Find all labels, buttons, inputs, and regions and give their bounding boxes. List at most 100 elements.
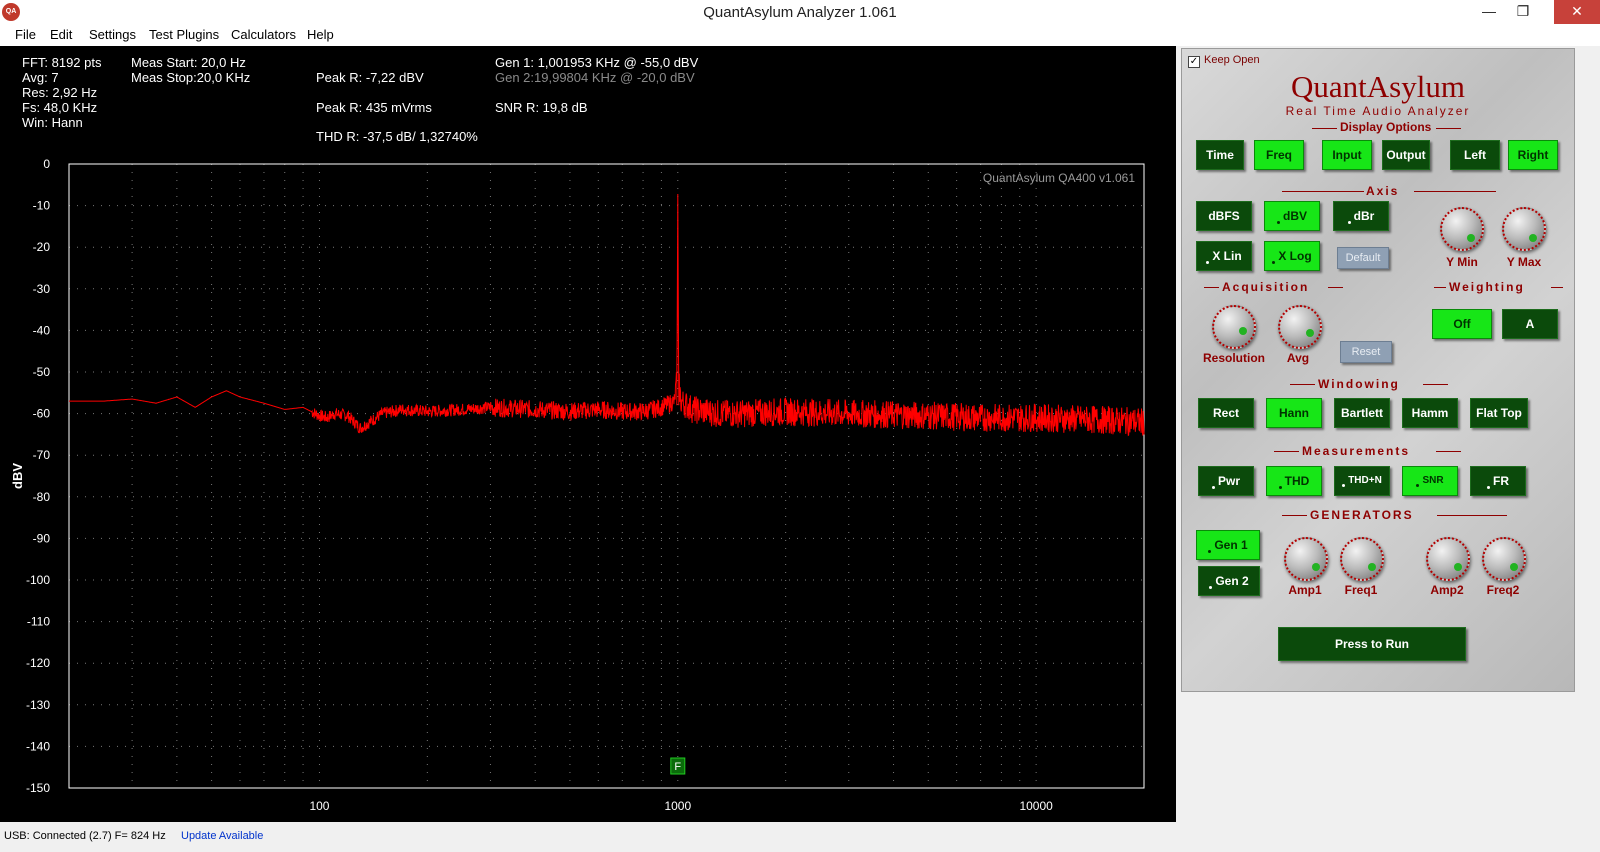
spectrum-chart[interactable]: QuantAsylum QA400 v1.061 dBV 0 -10 -20 -30 -…	[0, 46, 1176, 822]
y-tick-label: -90	[33, 531, 51, 545]
weighting-a-button[interactable]: A	[1502, 309, 1558, 339]
x-log-button[interactable]: X Log	[1264, 241, 1320, 271]
y-min-label: Y Min	[1446, 255, 1478, 269]
section-weighting: Weighting	[1449, 280, 1525, 294]
weighting-off-button[interactable]: Off	[1432, 309, 1492, 339]
y-tick-label: -120	[26, 656, 50, 670]
close-icon: ✕	[1571, 3, 1583, 19]
plot-frame	[68, 163, 1145, 789]
menu-test-plugins[interactable]: Test Plugins	[149, 27, 219, 42]
y-tick-label: 0	[43, 157, 50, 171]
freq2-knob[interactable]	[1482, 537, 1526, 581]
thd-n-button-label: THD+N	[1348, 475, 1382, 486]
status-bar: USB: Connected (2.7) F= 824 Hz Update Av…	[0, 822, 1600, 852]
fr-button-label: FR	[1493, 474, 1509, 488]
avg-knob[interactable]	[1278, 305, 1322, 349]
output-button[interactable]: Output	[1382, 140, 1430, 170]
divider	[1423, 384, 1448, 385]
window-title: QuantAsylum Analyzer 1.061	[703, 4, 897, 21]
gen2-button[interactable]: Gen 2	[1198, 566, 1260, 596]
hann-window-button[interactable]: Hann	[1266, 398, 1322, 428]
restore-icon: ❐	[1516, 3, 1530, 19]
menu-help[interactable]: Help	[307, 27, 334, 42]
x-tick-labels: 100 1000 10000	[309, 799, 1053, 813]
restore-button[interactable]: ❐	[1506, 0, 1540, 24]
x-lin-button[interactable]: X Lin	[1196, 241, 1252, 271]
flat-top-window-button[interactable]: Flat Top	[1470, 398, 1528, 428]
thd-button-label: THD	[1284, 474, 1310, 488]
divider	[1551, 287, 1563, 288]
divider	[1436, 451, 1461, 452]
knob-indicator	[1467, 234, 1475, 242]
amp1-label: Amp1	[1288, 583, 1322, 597]
bartlett-window-button[interactable]: Bartlett	[1334, 398, 1390, 428]
y-max-label: Y Max	[1506, 255, 1542, 269]
y-tick-label: -10	[33, 199, 51, 213]
divider	[1434, 287, 1446, 288]
menu-settings[interactable]: Settings	[89, 27, 136, 42]
y-tick-label: -50	[33, 365, 51, 379]
menu-file[interactable]: File	[15, 27, 36, 42]
input-button[interactable]: Input	[1322, 140, 1372, 170]
press-to-run-button[interactable]: Press to Run	[1278, 627, 1466, 661]
minimize-button[interactable]: —	[1472, 0, 1506, 24]
indicator-dot	[1272, 261, 1276, 264]
knob-indicator	[1529, 234, 1537, 242]
title-bar: QA QuantAsylum Analyzer 1.061 — ❐ ✕	[0, 0, 1600, 24]
amp1-knob[interactable]	[1284, 537, 1328, 581]
freq2-label: Freq2	[1486, 583, 1520, 597]
y-axis-label: dBV	[10, 463, 25, 489]
close-button[interactable]: ✕	[1554, 0, 1600, 24]
thd-button[interactable]: THD	[1266, 466, 1322, 496]
left-channel-button[interactable]: Left	[1450, 140, 1500, 170]
thd-n-button[interactable]: THD+N	[1334, 466, 1390, 496]
knob-indicator	[1239, 327, 1247, 335]
y-min-knob[interactable]	[1440, 207, 1484, 251]
divider	[1328, 287, 1343, 288]
hamm-window-button[interactable]: Hamm	[1402, 398, 1458, 428]
analyzer-faceplate: ✓ Keep Open QuantAsylum Real Time Audio A…	[1181, 48, 1575, 692]
spectrum-line	[69, 193, 1145, 437]
update-available-link[interactable]: Update Available	[181, 830, 263, 842]
time-button[interactable]: Time	[1196, 140, 1244, 170]
x-tick-label: 1000	[664, 799, 691, 813]
default-axis-button[interactable]: Default	[1337, 247, 1389, 269]
indicator-dot	[1416, 484, 1420, 487]
checkmark-icon: ✓	[1188, 56, 1200, 68]
dbv-button-label: dBV	[1283, 209, 1307, 223]
y-tick-label: -80	[33, 490, 51, 504]
keep-open-checkbox[interactable]: ✓ Keep Open	[1188, 54, 1260, 68]
indicator-dot	[1209, 586, 1213, 589]
rect-window-button[interactable]: Rect	[1198, 398, 1254, 428]
indicator-dot	[1278, 486, 1282, 489]
freq-button[interactable]: Freq	[1254, 140, 1304, 170]
y-tick-labels: 0 -10 -20 -30 -40 -50 -60 -70 -80 -90 -100 -110 -120…	[26, 157, 50, 795]
usb-status: USB: Connected (2.7) F= 824 Hz	[4, 830, 166, 842]
chart-grid	[68, 163, 1145, 789]
gen1-button[interactable]: Gen 1	[1196, 530, 1260, 560]
x-tick-label: 100	[309, 799, 329, 813]
resolution-knob[interactable]	[1212, 305, 1256, 349]
dbfs-button[interactable]: dBFS	[1196, 201, 1252, 231]
snr-button[interactable]: SNR	[1402, 466, 1458, 496]
dbv-button[interactable]: dBV	[1264, 201, 1320, 231]
resolution-label: Resolution	[1203, 351, 1265, 365]
amp2-knob[interactable]	[1426, 537, 1470, 581]
divider	[1436, 128, 1461, 129]
knob-indicator	[1454, 563, 1462, 571]
dbr-button[interactable]: dBr	[1333, 201, 1389, 231]
fr-button[interactable]: FR	[1470, 466, 1526, 496]
menu-edit[interactable]: Edit	[50, 27, 72, 42]
indicator-dot	[1342, 484, 1346, 487]
right-channel-button[interactable]: Right	[1508, 140, 1558, 170]
section-measurements: Measurements	[1302, 444, 1411, 458]
menu-calculators[interactable]: Calculators	[231, 27, 296, 42]
x-lin-button-label: X Lin	[1212, 249, 1242, 263]
y-max-knob[interactable]	[1502, 207, 1546, 251]
knob-indicator	[1312, 563, 1320, 571]
freq1-knob[interactable]	[1340, 537, 1384, 581]
gen2-button-label: Gen 2	[1215, 574, 1249, 588]
pwr-button[interactable]: Pwr	[1198, 466, 1254, 496]
reset-button[interactable]: Reset	[1340, 341, 1392, 363]
brand-logo: QuantAsylum	[1291, 69, 1465, 104]
